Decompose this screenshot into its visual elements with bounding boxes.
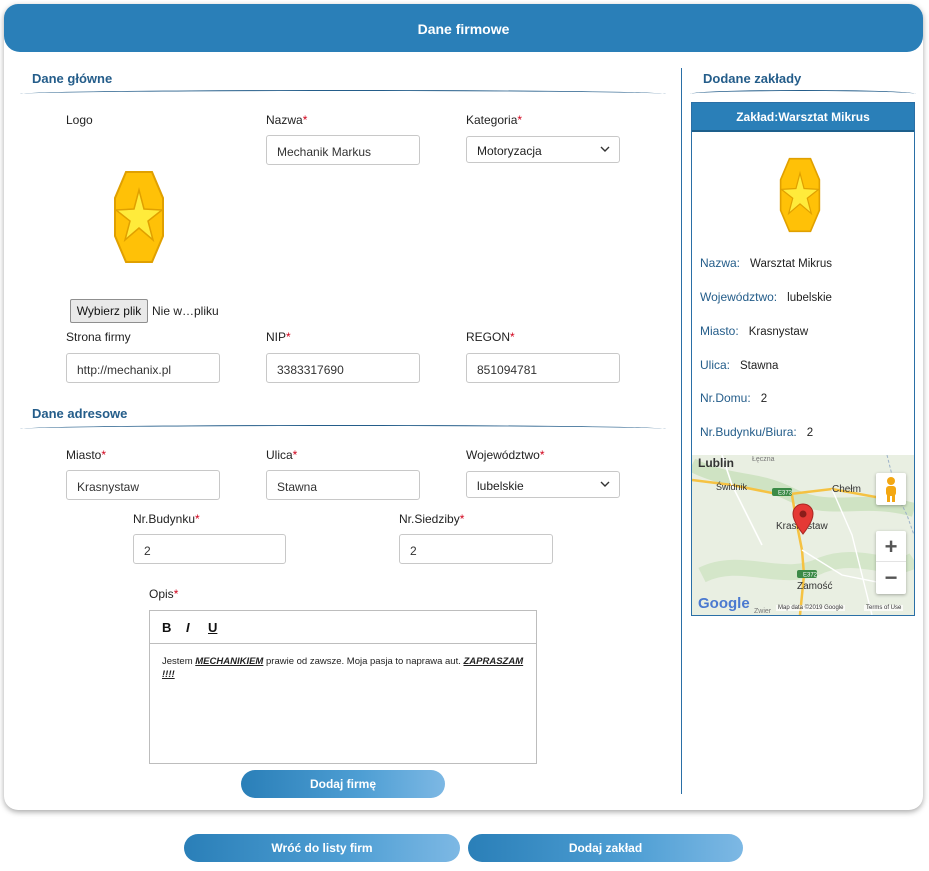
underline-button[interactable]: U	[208, 620, 217, 635]
street-label: Ulica*	[266, 448, 298, 462]
branch-card-title: Zakład:Warsztat Mikrus	[692, 103, 914, 132]
branch-field-name: Nazwa: Warsztat Mikrus	[700, 256, 833, 270]
name-label: Nazwa*	[266, 113, 308, 127]
voivodeship-select[interactable]: lubelskie	[466, 471, 620, 498]
zoom-control: + −	[876, 531, 906, 594]
section-divider	[20, 425, 666, 429]
add-company-button[interactable]: Dodaj firmę	[241, 770, 445, 798]
company-form-card: Dane firmowe Dane główne Logo Nazwa* Mec…	[4, 4, 923, 810]
section-title-address: Dane adresowe	[32, 406, 128, 421]
road-label: E372	[803, 573, 818, 579]
branch-field-voivodeship: Województwo: lubelskie	[700, 290, 832, 304]
regon-input[interactable]: 851094781	[466, 353, 620, 383]
branch-field-office-no: Nr.Budynku/Biura: 2	[700, 425, 814, 439]
street-input[interactable]: Stawna	[266, 470, 420, 500]
branch-card: Zakład:Warsztat Mikrus Nazwa: Warsztat Mi…	[691, 102, 915, 616]
name-input[interactable]: Mechanik Markus	[266, 135, 420, 165]
map-terms-link[interactable]: Terms of Use	[864, 605, 904, 611]
back-to-list-button[interactable]: Wróć do listy firm	[184, 834, 460, 862]
branch-logo	[779, 157, 821, 233]
editor-content[interactable]: Jestem MECHANIKIEM prawie od zawsze. Moj…	[150, 644, 536, 692]
chevron-down-icon	[600, 146, 610, 152]
editor-toolbar: B I U	[150, 611, 536, 644]
map-pin-icon[interactable]	[792, 503, 814, 535]
building-no-input[interactable]: 2	[133, 534, 286, 564]
italic-button[interactable]: I	[186, 620, 190, 635]
map-place: Zwier	[754, 608, 772, 615]
column-divider	[681, 68, 682, 794]
chevron-down-icon	[600, 481, 610, 487]
map-place: Zamość	[797, 581, 833, 592]
branch-field-street: Ulica: Stawna	[700, 358, 779, 372]
voivodeship-label: Województwo*	[466, 448, 545, 462]
section-title-main: Dane główne	[32, 71, 113, 86]
pegman-icon	[886, 477, 896, 502]
regon-label: REGON*	[466, 330, 515, 344]
website-label: Strona firmy	[66, 330, 131, 344]
branch-map[interactable]: E373 E372 Lublin Łęczna Świdnik Chełm Kr…	[692, 455, 914, 615]
logo-label: Logo	[66, 113, 93, 127]
street-view-button[interactable]	[876, 473, 906, 505]
choose-file-button[interactable]: Wybierz plik	[70, 299, 148, 323]
website-input[interactable]: http://mechanix.pl	[66, 353, 220, 383]
zoom-out-button[interactable]: −	[876, 562, 906, 593]
google-logo: Google	[698, 595, 750, 612]
map-place: Łęczna	[752, 456, 775, 463]
section-divider	[690, 90, 916, 94]
company-logo	[113, 171, 165, 263]
map-place: Świdnik	[716, 481, 748, 492]
map-place: Chełm	[832, 484, 861, 495]
zoom-in-button[interactable]: +	[876, 531, 906, 562]
building-no-label: Nr.Budynku*	[133, 512, 200, 526]
nip-label: NIP*	[266, 330, 291, 344]
file-status: Nie w…pliku	[152, 304, 219, 318]
map-attribution: Map data ©2019 Google	[776, 605, 846, 611]
page-title: Dane firmowe	[4, 4, 923, 52]
section-title-branches: Dodane zakłady	[703, 71, 802, 86]
category-label: Kategoria*	[466, 113, 523, 127]
nip-input[interactable]: 3383317690	[266, 353, 420, 383]
section-divider	[20, 90, 666, 94]
branch-field-house-no: Nr.Domu: 2	[700, 391, 768, 405]
office-no-label: Nr.Siedziby*	[399, 512, 465, 526]
add-branch-button[interactable]: Dodaj zakład	[468, 834, 743, 862]
office-no-input[interactable]: 2	[399, 534, 553, 564]
description-label: Opis*	[149, 587, 179, 601]
map-place: Lublin	[698, 456, 734, 470]
city-label: Miasto*	[66, 448, 107, 462]
city-input[interactable]: Krasnystaw	[66, 470, 220, 500]
branch-field-city: Miasto: Krasnystaw	[700, 324, 809, 338]
category-select[interactable]: Motoryzacja	[466, 136, 620, 163]
bold-button[interactable]: B	[162, 620, 171, 635]
road-label: E373	[778, 491, 793, 497]
description-editor[interactable]: B I U Jestem MECHANIKIEM prawie od zawsz…	[149, 610, 537, 764]
